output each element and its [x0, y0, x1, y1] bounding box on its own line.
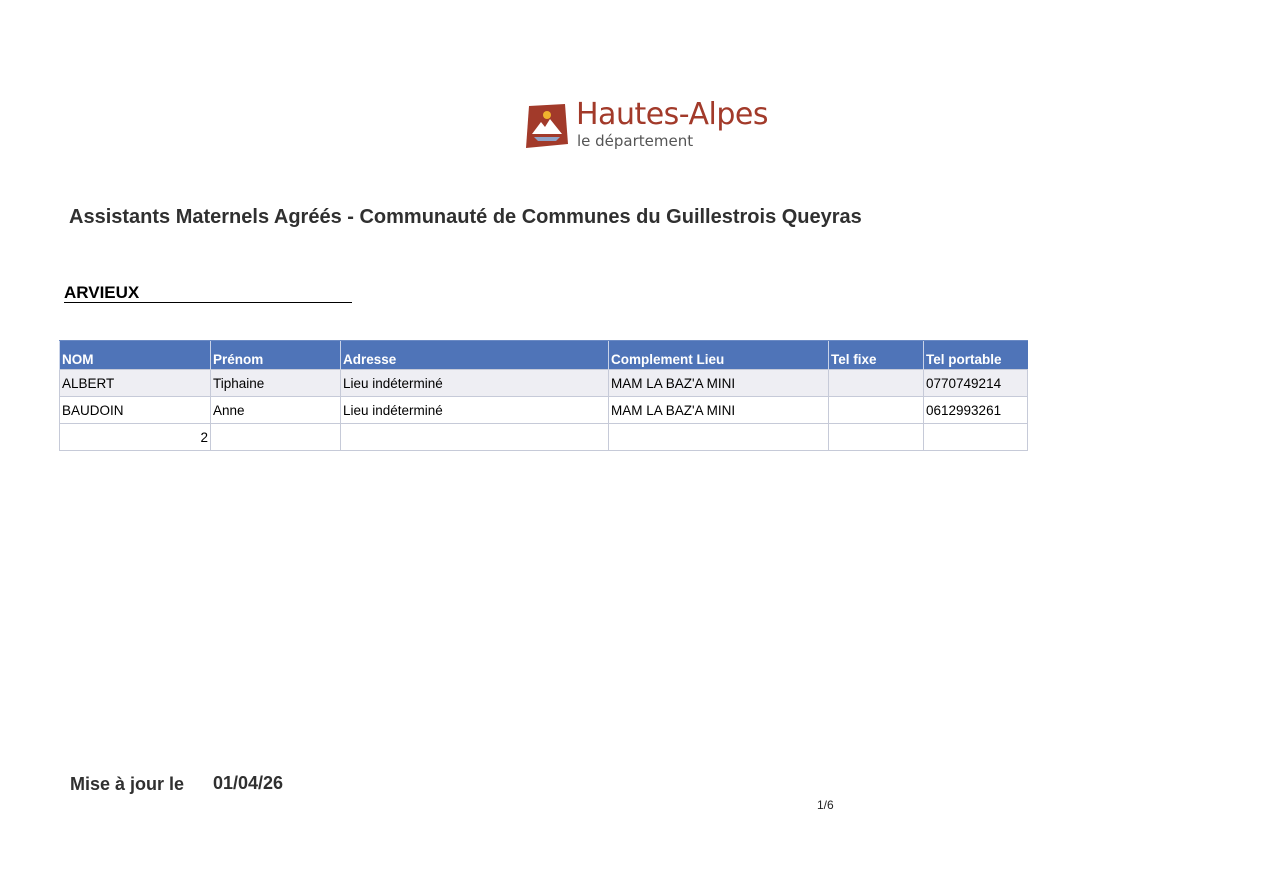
page-number: 1/6: [817, 798, 834, 812]
update-date: 01/04/26: [213, 773, 284, 793]
column-header-tel-portable: Tel portable: [923, 340, 1028, 370]
row-count: 2: [59, 423, 211, 451]
page-title: Assistants Maternels Agréés - Communauté…: [69, 206, 862, 228]
column-header-adresse: Adresse: [340, 340, 609, 370]
cell-adresse: Lieu indéterminé: [340, 396, 609, 424]
table-header-row: NOM Prénom Adresse Complement Lieu Tel f…: [59, 340, 1028, 370]
column-header-nom: NOM: [59, 340, 211, 370]
cell-prenom: Tiphaine: [210, 369, 341, 397]
table-row: ALBERT Tiphaine Lieu indéterminé MAM LA …: [59, 369, 1028, 397]
cell-tel-fixe: [828, 396, 924, 424]
logo-subtitle: le département: [577, 132, 694, 150]
column-header-prenom: Prénom: [210, 340, 341, 370]
column-header-tel-fixe: Tel fixe: [828, 340, 924, 370]
logo-title: Hautes-Alpes: [576, 97, 768, 132]
assistants-table: NOM Prénom Adresse Complement Lieu Tel f…: [59, 340, 1028, 451]
table-total-row: 2: [59, 423, 1028, 451]
cell-nom: BAUDOIN: [59, 396, 211, 424]
empty-cell: [210, 423, 341, 451]
cell-nom: ALBERT: [59, 369, 211, 397]
empty-cell: [923, 423, 1028, 451]
commune-heading: ARVIEUX: [64, 283, 352, 303]
cell-tel-portable: 0612993261: [923, 396, 1028, 424]
update-label: Mise à jour le: [70, 774, 185, 794]
hautes-alpes-emblem-icon: [526, 104, 568, 148]
empty-cell: [828, 423, 924, 451]
table-row: BAUDOIN Anne Lieu indéterminé MAM LA BAZ…: [59, 396, 1028, 424]
empty-cell: [340, 423, 609, 451]
cell-complement-lieu: MAM LA BAZ'A MINI: [608, 396, 829, 424]
cell-adresse: Lieu indéterminé: [340, 369, 609, 397]
empty-cell: [608, 423, 829, 451]
cell-complement-lieu: MAM LA BAZ'A MINI: [608, 369, 829, 397]
cell-tel-fixe: [828, 369, 924, 397]
cell-tel-portable: 0770749214: [923, 369, 1028, 397]
cell-prenom: Anne: [210, 396, 341, 424]
column-header-complement-lieu: Complement Lieu: [608, 340, 829, 370]
